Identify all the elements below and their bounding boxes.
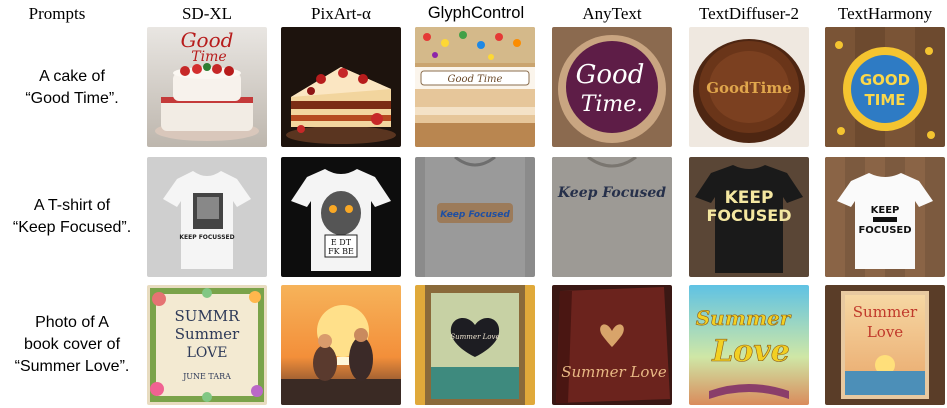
harmony-tshirt-text-2: FOCUSED — [858, 225, 911, 236]
image-anytext-cake: Good Time. — [552, 27, 672, 147]
image-textdiffuser2-book: Summer Love — [689, 285, 809, 405]
prompt-row-1: A cake of “Good Time”. — [0, 66, 144, 110]
harmony-cake-text-1: GOOD — [860, 71, 910, 89]
image-pixart-cake — [281, 27, 401, 147]
prompt-line: A cake of — [39, 68, 105, 85]
image-glyphcontrol-tshirt: Keep Focused — [415, 157, 535, 277]
harmony-book-text-1: Summer — [853, 303, 918, 321]
td2-book-text-1: Summer — [696, 306, 792, 330]
harmony-tshirt-text-1: KEEP — [871, 205, 900, 216]
td2-tshirt-text-1: KEEP — [725, 188, 774, 208]
image-glyphcontrol-book: Summer Love — [415, 285, 535, 405]
sdxl-tshirt-text: KEEP FOCUSSED — [179, 234, 234, 241]
anytext-tshirt-text: Keep Focused — [557, 185, 666, 201]
image-sdxl-book: SUMMR Summer LOVE JUNE TARA — [147, 285, 267, 405]
prompt-line: “Keep Focused”. — [12, 219, 132, 236]
td2-book-text-2: Love — [711, 334, 790, 369]
header-sdxl: SD-XL — [181, 4, 233, 23]
td2-cake-text: GoodTime — [706, 79, 792, 97]
header-pixart: PixArt-α — [311, 4, 371, 23]
image-sdxl-tshirt: KEEP FOCUSSED — [147, 157, 267, 277]
prompt-line: book cover of — [23, 336, 121, 353]
image-textharmony-cake: GOOD TIME — [825, 27, 945, 147]
sdxl-book-text-4: JUNE TARA — [182, 372, 231, 381]
image-textharmony-book: Summer Love — [825, 285, 945, 405]
glyph-book-text: Summer Love — [450, 333, 499, 341]
image-textdiffuser2-tshirt: KEEP FOCUSED — [689, 157, 809, 277]
anytext-cake-text-2: Time. — [581, 92, 644, 117]
sdxl-book-text-3: LOVE — [187, 345, 228, 361]
anytext-cake-text-1: Good — [576, 60, 645, 90]
header-glyphcontrol: GlyphControl — [427, 4, 525, 22]
anytext-book-text: Summer Love — [561, 363, 667, 381]
prompt-line: A T-shirt of — [33, 197, 111, 214]
td2-tshirt-text-2: FOCUSED — [707, 206, 792, 225]
image-glyphcontrol-cake: Good Time — [415, 27, 535, 147]
harmony-cake-text-2: TIME — [865, 91, 906, 109]
header-anytext: AnyText — [582, 4, 642, 23]
image-anytext-tshirt: Keep Focused — [552, 157, 672, 277]
harmony-book-text-2: Love — [867, 323, 903, 341]
image-textharmony-tshirt: KEEP FOCUSED — [825, 157, 945, 277]
header-textdiffuser2: TextDiffuser-2 — [698, 4, 800, 23]
image-textdiffuser2-cake: GoodTime — [689, 27, 809, 147]
glyph-cake-text: Good Time — [448, 74, 503, 85]
prompt-row-2: A T-shirt of “Keep Focused”. — [0, 195, 144, 239]
prompt-line: Photo of A — [35, 314, 109, 331]
header-textharmony: TextHarmony — [837, 4, 933, 23]
sdxl-book-text-1: SUMMR — [175, 307, 241, 325]
image-pixart-tshirt: E DT FK BE — [281, 157, 401, 277]
prompt-line: “Summer Love”. — [14, 358, 130, 375]
image-sdxl-cake: Good Time — [147, 27, 267, 147]
sdxl-book-text-2: Summer — [175, 325, 240, 343]
sdxl-cake-text-2: Time — [191, 49, 226, 65]
pixart-tshirt-text-2: FK BE — [328, 247, 354, 256]
glyph-tshirt-text: Keep Focused — [440, 210, 510, 220]
header-prompts: Prompts — [28, 4, 86, 23]
prompt-row-3: Photo of A book cover of “Summer Love”. — [0, 312, 144, 378]
prompt-line: “Good Time”. — [25, 90, 119, 107]
pixart-tshirt-text-1: E DT — [331, 238, 352, 247]
image-anytext-book: Summer Love — [552, 285, 672, 405]
image-pixart-book — [281, 285, 401, 405]
